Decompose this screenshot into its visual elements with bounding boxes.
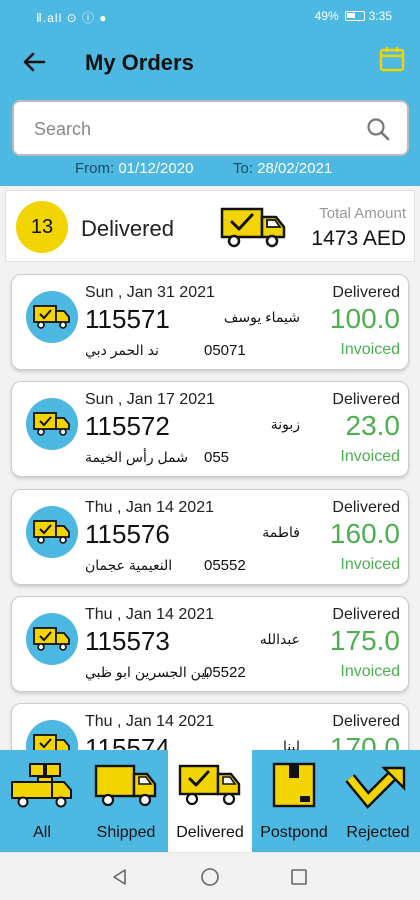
back-triangle-icon[interactable] xyxy=(110,867,130,887)
order-date: Thu , Jan 14 2021 xyxy=(85,713,214,730)
total-amount-label: Total Amount xyxy=(319,205,406,222)
invoice-status: Invoiced xyxy=(340,663,400,680)
order-card[interactable]: Sun , Jan 31 2021 115571 شيماء يوسف ند ا… xyxy=(11,274,409,370)
date-to[interactable]: To: 28/02/2021 xyxy=(233,160,332,177)
order-amount: 23.0 xyxy=(345,410,401,441)
customer-phone: 05522 xyxy=(204,664,246,681)
customer-name: فاطمة xyxy=(262,524,300,540)
order-number: 115572 xyxy=(85,411,170,441)
order-amount: 175.0 xyxy=(329,625,400,656)
date-from[interactable]: From: 01/12/2020 xyxy=(75,160,193,177)
tab-all[interactable]: All xyxy=(0,750,84,852)
delivered-truck-icon xyxy=(33,734,70,750)
delivered-truck-icon xyxy=(33,627,70,651)
order-status: Delivered xyxy=(332,713,400,730)
date-to-value: 28/02/2021 xyxy=(257,160,333,177)
arrow-left-icon[interactable] xyxy=(20,48,48,76)
delivered-truck-icon xyxy=(33,412,70,436)
order-amount: 160.0 xyxy=(329,518,400,549)
battery-icon xyxy=(344,11,365,21)
order-avatar xyxy=(26,506,78,558)
customer-phone: 055 xyxy=(204,449,230,466)
delivered-truck-icon xyxy=(220,207,286,248)
delivered-truck-icon xyxy=(33,305,70,329)
customer-location: بين الجسرين ابو ظبي xyxy=(85,664,210,680)
order-status: Delivered xyxy=(332,499,400,516)
delivered-truck-icon xyxy=(178,764,241,806)
order-date: Thu , Jan 14 2021 xyxy=(85,606,214,623)
order-card[interactable]: Sun , Jan 17 2021 115572 زبونة شمل رأس ا… xyxy=(11,381,409,477)
order-status: Delivered xyxy=(332,391,400,408)
order-avatar xyxy=(26,398,78,450)
order-card[interactable]: Thu , Jan 14 2021 115576 فاطمة النعيمية … xyxy=(11,489,409,585)
order-date: Thu , Jan 14 2021 xyxy=(85,499,214,516)
customer-location: النعيمية عجمان xyxy=(85,557,173,573)
order-amount: 100.0 xyxy=(329,303,400,334)
order-card[interactable]: Thu , Jan 14 2021 115574 لينا Delivered … xyxy=(11,703,409,750)
tab-delivered[interactable]: Delivered xyxy=(168,750,252,852)
customer-location: ند الحمر دبي xyxy=(85,342,159,358)
order-number: 115573 xyxy=(85,626,170,656)
order-number: 115571 xyxy=(85,304,170,334)
order-amount: 170.0 xyxy=(329,732,400,750)
delivered-truck-icon xyxy=(33,520,70,544)
recents-square-icon[interactable] xyxy=(289,867,309,887)
date-to-label: To: xyxy=(233,160,254,177)
status-bar: Ⅱ.all ⊙ ⓘ ● 49% 3:35 xyxy=(0,0,420,32)
shipping-truck-icon xyxy=(94,764,157,807)
customer-phone: 05071 xyxy=(204,342,246,359)
search-icon[interactable] xyxy=(365,116,391,142)
order-count-badge: 13 xyxy=(16,201,68,253)
date-from-value: 01/12/2020 xyxy=(118,160,194,177)
order-number: 115574 xyxy=(85,733,170,750)
search-box[interactable] xyxy=(12,100,409,156)
invoice-status: Invoiced xyxy=(340,341,400,358)
order-status: Delivered xyxy=(332,606,400,623)
customer-location: شمل رأس الخيمة xyxy=(85,449,188,465)
customer-phone: 05552 xyxy=(204,557,246,574)
order-date: Sun , Jan 31 2021 xyxy=(85,284,215,301)
rejected-arrow-icon xyxy=(345,766,406,809)
tab-label: Postpond xyxy=(260,824,328,841)
calendar-icon[interactable] xyxy=(378,45,406,73)
total-amount-value: 1473 AED xyxy=(311,227,406,250)
status-right: 49% 3:35 xyxy=(315,9,392,23)
date-from-label: From: xyxy=(75,160,115,177)
tab-postpond[interactable]: Postpond xyxy=(252,750,336,852)
package-box-icon xyxy=(272,762,316,808)
order-avatar xyxy=(26,291,78,343)
customer-name: لينا xyxy=(283,738,300,750)
order-avatar xyxy=(26,720,78,750)
app-bar: My Orders From: 01/12/2020 To: 28/02/202… xyxy=(0,32,420,186)
tab-label: All xyxy=(33,824,51,841)
order-status: Delivered xyxy=(332,284,400,301)
summary-bar: 13 Delivered Total Amount 1473 AED xyxy=(5,190,415,262)
summary-status-label: Delivered xyxy=(81,216,174,241)
tab-label: Rejected xyxy=(346,824,410,841)
status-tab-bar: All Shipped Delivered Postpond Rejected xyxy=(0,750,420,852)
clock: 3:35 xyxy=(368,9,392,23)
battery-level: 49% xyxy=(314,9,339,23)
customer-name: شيماء يوسف xyxy=(223,309,300,325)
page-title: My Orders xyxy=(85,50,194,75)
invoice-status: Invoiced xyxy=(340,448,400,465)
order-number: 115576 xyxy=(85,519,170,549)
status-icons: Ⅱ.all ⊙ ⓘ ● xyxy=(36,11,108,25)
order-date: Sun , Jan 17 2021 xyxy=(85,391,215,408)
customer-name: زبونة xyxy=(270,416,300,432)
home-circle-icon[interactable] xyxy=(200,867,220,887)
invoice-status: Invoiced xyxy=(340,556,400,573)
system-nav-bar xyxy=(0,852,420,900)
order-card[interactable]: Thu , Jan 14 2021 115573 عبدالله بين الج… xyxy=(11,596,409,692)
order-avatar xyxy=(26,613,78,665)
tab-label: Shipped xyxy=(96,824,156,841)
tab-label: Delivered xyxy=(176,824,244,841)
customer-name: عبدالله xyxy=(259,631,300,647)
tab-rejected[interactable]: Rejected xyxy=(336,750,420,852)
boxes-truck-icon xyxy=(11,763,72,808)
search-input[interactable] xyxy=(34,116,354,142)
tab-shipped[interactable]: Shipped xyxy=(84,750,168,852)
